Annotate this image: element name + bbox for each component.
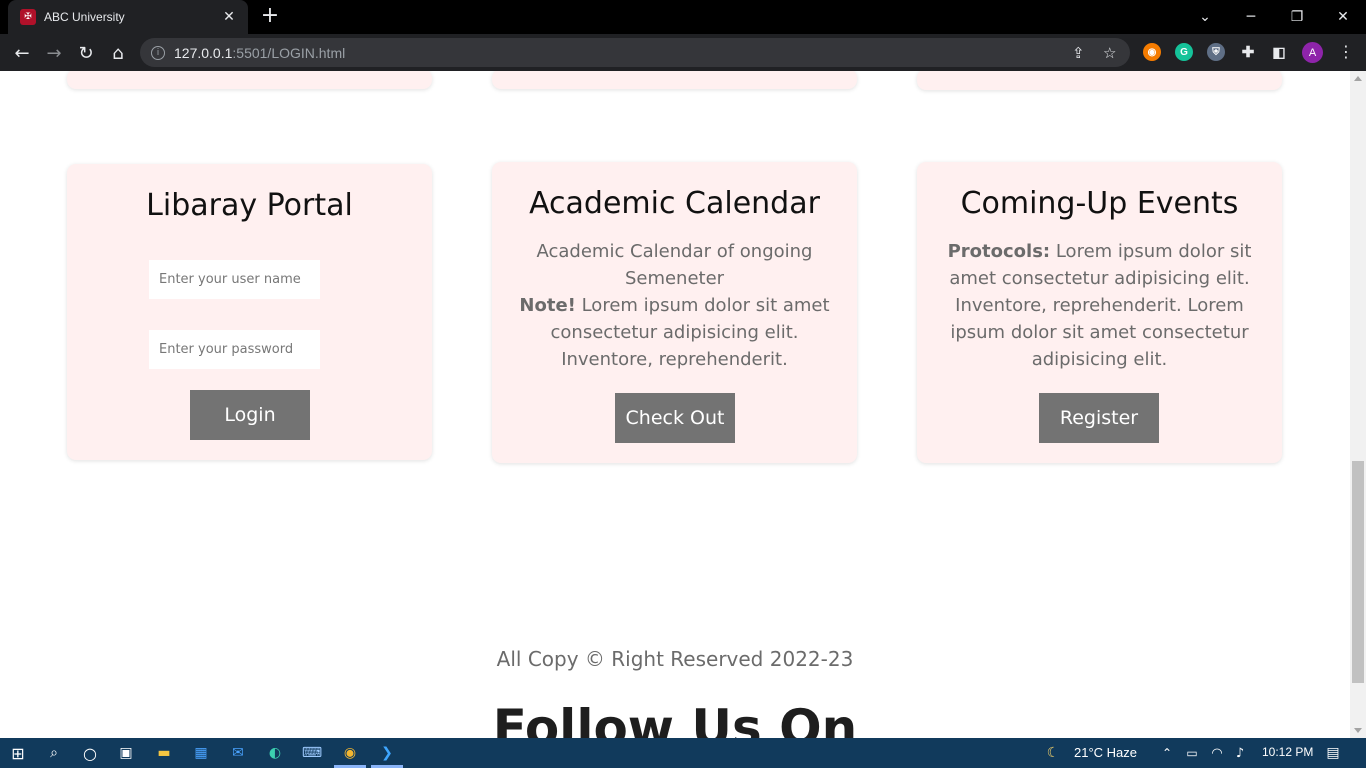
academic-calendar-card: Academic Calendar Academic Calendar of o… bbox=[492, 162, 857, 463]
task-view-icon[interactable]: ▣ bbox=[116, 743, 136, 763]
weather-moon-cloud-icon[interactable]: ☾ bbox=[1043, 743, 1063, 763]
follow-us-heading: Follow Us On bbox=[492, 699, 858, 738]
calendar-card-title: Academic Calendar bbox=[529, 186, 820, 221]
minimize-window-icon[interactable]: ─ bbox=[1228, 0, 1274, 34]
windows-taskbar: ⊞ ⌕ ○ ▣ ▬ ▦ ✉ ◐ ⌨ ◉ ❯ ☾ 21°C Haze ⌃ ▭ ◠ … bbox=[0, 738, 1366, 768]
back-arrow-icon[interactable]: ← bbox=[10, 41, 34, 65]
calendar-description: Academic Calendar of ongoing Semeneter N… bbox=[492, 238, 857, 373]
share-icon[interactable]: ⇪ bbox=[1072, 44, 1085, 62]
coming-up-events-card: Coming-Up Events Protocols: Lorem ipsum … bbox=[917, 162, 1282, 463]
page-scrollbar[interactable] bbox=[1350, 71, 1366, 738]
shield-extension-icon[interactable]: ⛨ bbox=[1207, 43, 1225, 61]
scroll-up-arrow-icon[interactable] bbox=[1354, 76, 1362, 81]
browser-tab-strip: ✠ ABC University ✕ + ⌄ ─ ❐ ✕ bbox=[0, 0, 1366, 34]
copyright-text: All Copy © Right Reserved 2022-23 bbox=[496, 647, 854, 671]
previous-card-bottom bbox=[492, 71, 857, 89]
browser-tab[interactable]: ✠ ABC University ✕ bbox=[8, 0, 248, 34]
password-input[interactable]: Enter your password bbox=[149, 330, 320, 369]
scroll-down-arrow-icon[interactable] bbox=[1354, 728, 1362, 733]
register-button[interactable]: Register bbox=[1039, 393, 1159, 443]
previous-card-bottom bbox=[917, 71, 1282, 90]
vscode-icon[interactable]: ❯ bbox=[377, 743, 397, 763]
previous-card-bottom bbox=[67, 71, 432, 89]
page-content: Libaray Portal Enter your user name Ente… bbox=[0, 71, 1350, 738]
extensions-puzzle-icon[interactable]: ✚ bbox=[1239, 43, 1257, 61]
tab-title: ABC University bbox=[44, 10, 125, 24]
reload-icon[interactable]: ↻ bbox=[74, 41, 98, 65]
restore-window-icon[interactable]: ❐ bbox=[1274, 0, 1320, 34]
weather-text[interactable]: 21°C Haze bbox=[1074, 745, 1137, 760]
bookmark-star-icon[interactable]: ☆ bbox=[1103, 44, 1116, 62]
close-tab-icon[interactable]: ✕ bbox=[220, 9, 238, 25]
url-path: :5501/LOGIN.html bbox=[232, 44, 346, 61]
site-info-icon[interactable]: i bbox=[151, 45, 165, 60]
side-panel-icon[interactable]: ◧ bbox=[1270, 43, 1288, 61]
note-label: Note! bbox=[519, 295, 576, 316]
username-input[interactable]: Enter your user name bbox=[149, 260, 320, 299]
home-icon[interactable]: ⌂ bbox=[106, 41, 130, 65]
scrollbar-thumb[interactable] bbox=[1352, 461, 1364, 683]
search-icon[interactable]: ⌕ bbox=[44, 743, 64, 763]
new-tab-plus-icon[interactable]: + bbox=[258, 5, 282, 27]
cortana-icon[interactable]: ○ bbox=[80, 743, 100, 763]
volume-icon[interactable]: ♪ bbox=[1230, 743, 1250, 763]
edge-icon[interactable]: ◐ bbox=[265, 743, 285, 763]
mail-icon[interactable]: ✉ bbox=[228, 743, 248, 763]
grammarly-extension-icon[interactable]: G bbox=[1175, 43, 1193, 61]
file-explorer-icon[interactable]: ▬ bbox=[154, 743, 174, 763]
url-text[interactable]: 127.0.0.1:5501/LOGIN.html bbox=[174, 45, 345, 61]
tab-search-chevron-icon[interactable]: ⌄ bbox=[1182, 0, 1228, 34]
profile-avatar[interactable]: A bbox=[1302, 42, 1323, 63]
forward-arrow-icon[interactable]: → bbox=[42, 41, 66, 65]
note-text: Lorem ipsum dolor sit amet consectetur a… bbox=[550, 295, 830, 370]
check-out-button[interactable]: Check Out bbox=[615, 393, 735, 443]
library-portal-card: Libaray Portal Enter your user name Ente… bbox=[67, 164, 432, 460]
show-hidden-icons-chevron-icon[interactable]: ⌃ bbox=[1157, 743, 1177, 763]
battery-icon[interactable]: ▭ bbox=[1182, 743, 1202, 763]
microsoft-store-icon[interactable]: ▦ bbox=[191, 743, 211, 763]
chrome-icon[interactable]: ◉ bbox=[340, 743, 360, 763]
university-favicon-icon: ✠ bbox=[20, 9, 36, 25]
url-host: 127.0.0.1 bbox=[174, 44, 233, 61]
keyboard-app-icon[interactable]: ⌨ bbox=[302, 743, 322, 763]
address-bar[interactable]: i 127.0.0.1:5501/LOGIN.html ⇪ ☆ bbox=[140, 38, 1130, 67]
calendar-note: Note! Lorem ipsum dolor sit amet consect… bbox=[518, 292, 831, 373]
clock-time[interactable]: 10:12 PM bbox=[1262, 745, 1313, 759]
events-card-title: Coming-Up Events bbox=[960, 186, 1239, 221]
notifications-icon[interactable]: ▤ bbox=[1323, 743, 1343, 763]
library-card-title: Libaray Portal bbox=[146, 188, 353, 223]
close-window-icon[interactable]: ✕ bbox=[1320, 0, 1366, 34]
events-description: Protocols: Lorem ipsum dolor sit amet co… bbox=[917, 238, 1282, 373]
login-button[interactable]: Login bbox=[190, 390, 310, 440]
menu-kebab-icon[interactable]: ⋮ bbox=[1338, 42, 1354, 61]
rss-extension-icon[interactable]: ◉ bbox=[1143, 43, 1161, 61]
calendar-intro-text: Academic Calendar of ongoing Semeneter bbox=[536, 241, 813, 289]
protocols-label: Protocols: bbox=[947, 241, 1051, 262]
windows-start-icon[interactable]: ⊞ bbox=[8, 743, 28, 763]
browser-toolbar: ← → ↻ ⌂ i 127.0.0.1:5501/LOGIN.html ⇪ ☆ … bbox=[0, 34, 1366, 71]
wifi-icon[interactable]: ◠ bbox=[1207, 743, 1227, 763]
